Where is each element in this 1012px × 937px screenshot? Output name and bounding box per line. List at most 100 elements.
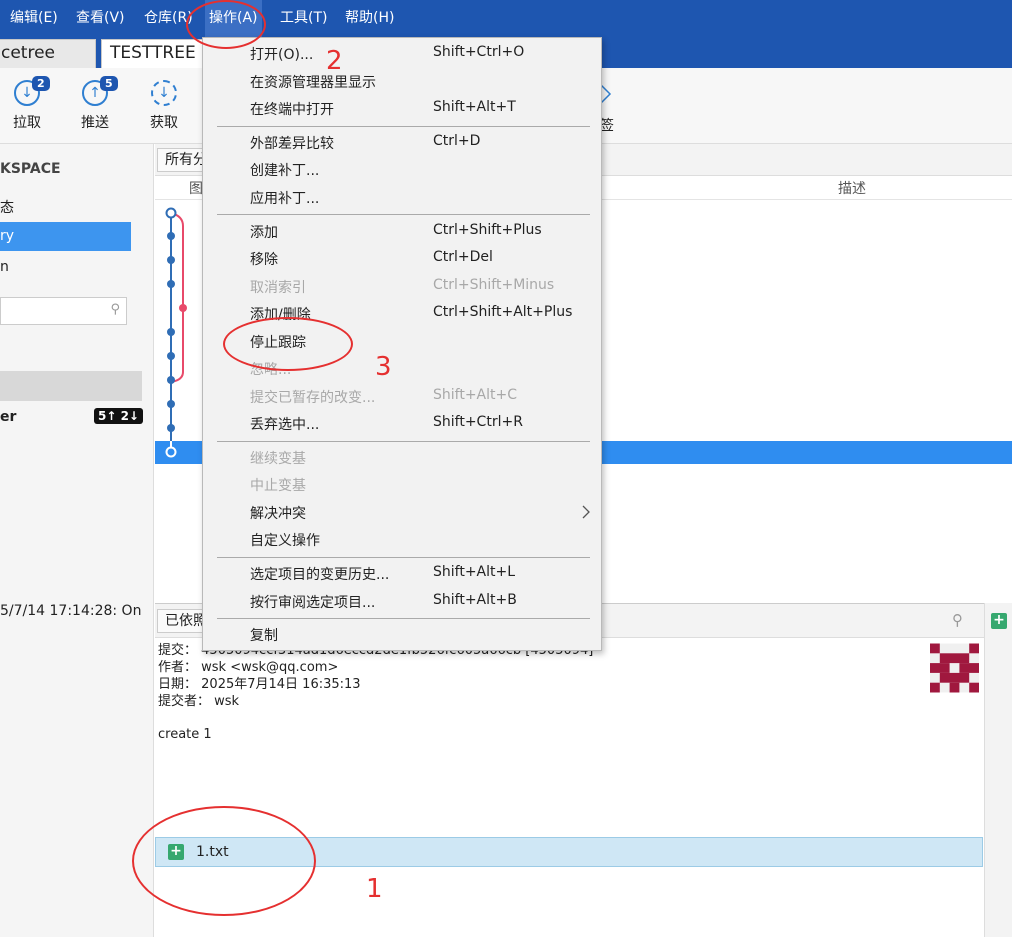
sidebar-item-search[interactable]: n xyxy=(0,259,9,275)
menu-item-unstage[interactable]: 取消索引 Ctrl+Shift+Minus xyxy=(203,274,601,300)
menu-item-abort-rebase[interactable]: 中止变基 xyxy=(203,472,601,498)
menu-item-label: 移除 xyxy=(250,252,278,268)
menu-item-blame-selected[interactable]: 按行审阅选定项目... Shift+Alt+B xyxy=(203,589,601,615)
pull-button[interactable]: ↓ 2 拉取 xyxy=(0,76,54,132)
sidebar-search-input[interactable]: ⚲ xyxy=(0,297,127,325)
chevron-right-icon xyxy=(582,505,590,519)
branch-ahead-behind-badge: 5↑ 2↓ xyxy=(94,408,143,424)
search-icon[interactable]: ⚲ xyxy=(952,611,963,629)
menu-item-apply-patch[interactable]: 应用补丁... xyxy=(203,185,601,211)
menu-help[interactable]: 帮助(H) xyxy=(341,0,398,37)
fetch-label: 获取 xyxy=(150,115,178,131)
menu-item-open[interactable]: 打开(O)... Shift+Ctrl+O xyxy=(203,41,601,67)
menu-item-label: 选定项目的变更历史... xyxy=(250,567,390,583)
tab-testtree[interactable]: TESTTREE xyxy=(101,39,211,68)
date-value: 2025年7月14日 16:35:13 xyxy=(201,677,361,692)
committer-value: wsk xyxy=(214,694,240,709)
search-icon: ⚲ xyxy=(110,302,120,317)
menu-item-label: 取消索引 xyxy=(250,280,306,296)
sidebar-item-file-status[interactable]: 态 xyxy=(0,197,14,217)
author-line: 作者： wsk <wsk@qq.com> xyxy=(158,659,338,676)
menu-item-label: 添加 xyxy=(250,225,278,241)
menu-item-discard[interactable]: 丢弃选中... Shift+Ctrl+R xyxy=(203,411,601,437)
menu-item-resolve-conflicts[interactable]: 解决冲突 xyxy=(203,500,601,526)
menu-separator xyxy=(217,126,590,127)
menu-item-label: 丢弃选中... xyxy=(250,417,320,433)
menu-item-shortcut: Shift+Alt+L xyxy=(433,564,516,580)
menu-tools[interactable]: 工具(T) xyxy=(276,0,331,37)
commit-node-icon xyxy=(165,441,177,458)
menu-item-shortcut: Shift+Ctrl+O xyxy=(433,44,525,60)
menu-item-shortcut: Ctrl+Shift+Minus xyxy=(433,277,555,293)
push-button[interactable]: ↑ 5 推送 xyxy=(68,76,122,132)
workspace-title: KSPACE xyxy=(0,161,61,177)
menu-item-remove[interactable]: 移除 Ctrl+Del xyxy=(203,246,601,272)
branches-header[interactable] xyxy=(0,371,142,401)
menu-item-shortcut: Shift+Ctrl+R xyxy=(433,414,523,430)
menu-item-label: 在终端中打开 xyxy=(250,102,334,118)
author-value: wsk <wsk@qq.com> xyxy=(201,660,339,675)
date-line: 日期： 2025年7月14日 16:35:13 xyxy=(158,676,361,693)
annotation-circle-menu xyxy=(186,0,266,49)
menu-item-shortcut: Shift+Alt+C xyxy=(433,387,518,403)
avatar xyxy=(930,643,979,693)
menu-item-shortcut: Shift+Alt+T xyxy=(433,99,516,115)
menu-item-shortcut: Ctrl+Shift+Plus xyxy=(433,222,542,238)
tab-label: TESTTREE xyxy=(110,43,196,63)
push-badge: 5 xyxy=(100,76,118,91)
commit-label: 提交： xyxy=(158,643,198,658)
menu-item-copy[interactable]: 复制 xyxy=(203,622,601,648)
menu-separator xyxy=(217,441,590,442)
menu-item-continue-rebase[interactable]: 继续变基 xyxy=(203,445,601,471)
commit-message: create 1 xyxy=(158,727,212,742)
menu-view[interactable]: 查看(V) xyxy=(72,0,129,37)
menu-item-label: 外部差异比较 xyxy=(250,136,334,152)
sidebar-timestamp: 5/7/14 17:14:28: On xyxy=(0,603,142,619)
menu-item-add[interactable]: 添加 Ctrl+Shift+Plus xyxy=(203,219,601,245)
menu-item-custom-actions[interactable]: 自定义操作 xyxy=(203,527,601,553)
menu-item-label: 中止变基 xyxy=(250,478,306,494)
menu-item-label: 按行审阅选定项目... xyxy=(250,595,376,611)
menu-item-label: 应用补丁... xyxy=(250,191,320,207)
menu-item-open-terminal[interactable]: 在终端中打开 Shift+Alt+T xyxy=(203,96,601,122)
menu-item-shortcut: Ctrl+Shift+Alt+Plus xyxy=(433,304,573,320)
tab-sourcetree[interactable]: cetree xyxy=(0,39,96,68)
menu-separator xyxy=(217,618,590,619)
annotation-circle-file xyxy=(132,806,316,916)
committer-label: 提交者： xyxy=(158,694,211,709)
menu-item-show-in-explorer[interactable]: 在资源管理器里显示 xyxy=(203,69,601,95)
fetch-icon: ↓ xyxy=(151,80,177,106)
tag-label: 签 xyxy=(600,118,614,134)
menu-separator xyxy=(217,557,590,558)
author-label: 作者： xyxy=(158,660,198,675)
right-panel-strip: + xyxy=(984,603,1012,937)
branch-master[interactable]: er xyxy=(0,409,16,425)
menu-item-log-selected[interactable]: 选定项目的变更历史... Shift+Alt+L xyxy=(203,561,601,587)
fetch-button[interactable]: ↓ 获取 xyxy=(137,76,191,132)
sidebar-item-history[interactable]: ry xyxy=(0,222,131,251)
annotation-circle-stop-tracking xyxy=(223,317,353,371)
annotation-number-3: 3 xyxy=(375,352,392,382)
menu-item-shortcut: Ctrl+Del xyxy=(433,249,493,265)
menu-item-create-patch[interactable]: 创建补丁... xyxy=(203,157,601,183)
menu-item-label: 提交已暂存的改变... xyxy=(250,390,376,406)
menu-edit[interactable]: 编辑(E) xyxy=(6,0,62,37)
menu-item-label: 在资源管理器里显示 xyxy=(250,75,376,91)
annotation-number-2: 2 xyxy=(326,46,343,76)
menu-item-external-diff[interactable]: 外部差异比较 Ctrl+D xyxy=(203,130,601,156)
annotation-number-1: 1 xyxy=(366,874,383,904)
pull-badge: 2 xyxy=(32,76,50,91)
sidebar: KSPACE 态 ry n ⚲ er 5↑ 2↓ 5/7/14 17:14:28… xyxy=(0,144,154,937)
menu-item-shortcut: Shift+Alt+B xyxy=(433,592,517,608)
menu-item-label: 继续变基 xyxy=(250,451,306,467)
date-label: 日期： xyxy=(158,677,198,692)
col-graph[interactable]: 图 xyxy=(189,178,203,198)
menu-item-commit-staged[interactable]: 提交已暂存的改变... Shift+Alt+C xyxy=(203,384,601,410)
pull-label: 拉取 xyxy=(13,115,41,131)
add-icon[interactable]: + xyxy=(991,613,1007,629)
push-label: 推送 xyxy=(81,115,109,131)
col-description[interactable]: 描述 xyxy=(838,178,866,198)
menu-item-shortcut: Ctrl+D xyxy=(433,133,481,149)
tab-label: cetree xyxy=(1,43,56,63)
menu-separator xyxy=(217,214,590,215)
